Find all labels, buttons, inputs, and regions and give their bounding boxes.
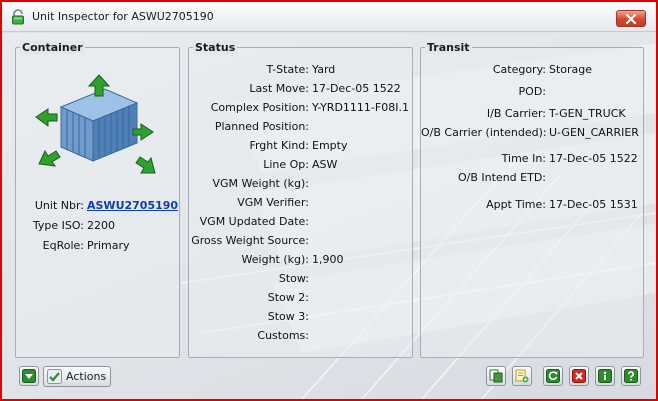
status-label: VGM Updated Date: [199, 215, 309, 228]
refresh-icon [546, 369, 560, 383]
close-button[interactable] [616, 10, 646, 27]
status-row: T-State: Yard [189, 63, 412, 76]
status-label: Line Op: [263, 158, 309, 171]
status-label: Weight (kg): [241, 253, 309, 266]
status-row: Planned Position: [189, 120, 412, 133]
status-label: VGM Weight (kg): [212, 177, 310, 190]
actions-label: Actions [66, 370, 107, 383]
transit-row: POD: [421, 85, 643, 98]
status-row: Customs: [189, 329, 412, 342]
status-row: Stow 3: [189, 310, 412, 323]
actions-button[interactable]: Actions [43, 366, 111, 387]
transit-value: U-GEN_CARRIER [549, 126, 639, 139]
status-label: Complex Position: [210, 101, 309, 114]
status-label: VGM Verifier: [237, 196, 309, 209]
status-value: Y-YRD1111-F08I.1 [312, 101, 409, 114]
status-panel-title: Status [193, 41, 238, 54]
status-label: T-State: [266, 63, 309, 76]
status-row: Stow 2: [189, 291, 412, 304]
transit-row: Time In: 17-Dec-05 1522 [421, 152, 643, 165]
info-icon [598, 369, 612, 383]
status-label: Last Move: [249, 82, 309, 95]
padlock-icon [12, 9, 24, 25]
status-value: Yard [312, 63, 336, 76]
transit-label: O/B Intend ETD: [458, 171, 546, 184]
transit-label: I/B Carrier: [486, 107, 546, 120]
container-move-icon [35, 74, 156, 174]
transit-label: POD: [518, 85, 546, 98]
inspector-content: Container Unit Nbr: ASWU2705190 Type ISO… [2, 33, 656, 399]
unit-nbr-link[interactable]: ASWU2705190 [87, 199, 178, 212]
transit-row: Category: Storage [421, 63, 643, 76]
title-bar[interactable]: Unit Inspector for ASWU2705190 [2, 2, 656, 32]
transit-label: Time In: [501, 152, 546, 165]
checkmark-icon [47, 369, 62, 384]
status-label: Customs: [257, 329, 309, 342]
add-note-icon [515, 369, 529, 383]
transit-label: O/B Carrier (intended): [421, 126, 547, 139]
transit-value: T-GEN_TRUCK [549, 107, 626, 120]
transit-panel-title: Transit [425, 41, 472, 54]
transit-row: I/B Carrier: T-GEN_TRUCK [421, 107, 643, 120]
transit-value: 17-Dec-05 1522 [549, 152, 638, 165]
status-row: Line Op: ASW [189, 158, 412, 171]
copy-icon [489, 369, 503, 383]
container-panel-title: Container [20, 41, 85, 54]
transit-value: Storage [549, 63, 593, 76]
type-iso-row: Type ISO: 2200 [16, 219, 179, 232]
unit-nbr-row: Unit Nbr: ASWU2705190 [16, 199, 179, 212]
window-title: Unit Inspector for ASWU2705190 [32, 10, 214, 23]
status-label: Stow: [278, 272, 309, 285]
help-button[interactable] [621, 366, 641, 386]
transit-row: O/B Intend ETD: [421, 171, 643, 184]
status-row: Gross Weight Source: [189, 234, 412, 247]
status-row: Weight (kg): 1,900 [189, 253, 412, 266]
status-row: VGM Updated Date: [189, 215, 412, 228]
status-row: VGM Verifier: [189, 196, 412, 209]
eqrole-value: Primary [87, 239, 130, 252]
transit-label: Appt Time: [486, 198, 546, 211]
status-value: ASW [312, 158, 338, 171]
status-panel: Status T-State: Yard Last Move: 17-Dec-05 … [188, 41, 413, 358]
transit-value: 17-Dec-05 1531 [549, 198, 638, 211]
status-row: Complex Position: Y-YRD1111-F08I.1 [189, 101, 412, 114]
add-note-button[interactable] [512, 366, 532, 386]
status-label: Stow 2: [267, 291, 309, 304]
type-iso-value: 2200 [87, 219, 115, 232]
status-row: Frght Kind: Empty [189, 139, 412, 152]
delete-button[interactable] [569, 366, 589, 386]
help-icon [624, 369, 638, 383]
status-value: 1,900 [312, 253, 344, 266]
status-value: Empty [312, 139, 348, 152]
transit-row: O/B Carrier (intended): U-GEN_CARRIER [421, 126, 643, 139]
status-row: Last Move: 17-Dec-05 1522 [189, 82, 412, 95]
eqrole-row: EqRole: Primary [16, 239, 179, 252]
dropdown-arrow-icon [22, 369, 36, 383]
status-label: Planned Position: [214, 120, 309, 133]
dropdown-button[interactable] [19, 366, 39, 386]
container-panel: Container Unit Nbr: ASWU2705190 Type ISO… [15, 41, 180, 358]
refresh-button[interactable] [543, 366, 563, 386]
transit-label: Category: [492, 63, 546, 76]
unit-inspector-window: Unit Inspector for ASWU2705190 Container… [0, 0, 658, 401]
status-label: Stow 3: [267, 310, 309, 323]
type-iso-label: Type ISO: [32, 219, 84, 232]
status-row: VGM Weight (kg): [189, 177, 412, 190]
status-label: Gross Weight Source: [191, 234, 309, 247]
eqrole-label: EqRole: [42, 239, 84, 252]
status-value: 17-Dec-05 1522 [312, 82, 401, 95]
transit-row: Appt Time: 17-Dec-05 1531 [421, 198, 643, 211]
close-icon [625, 13, 637, 24]
status-row: Stow: [189, 272, 412, 285]
info-button[interactable] [595, 366, 615, 386]
delete-icon [572, 369, 586, 383]
copy-button[interactable] [486, 366, 506, 386]
status-label: Frght Kind: [249, 139, 309, 152]
unit-nbr-label: Unit Nbr: [34, 199, 84, 212]
transit-panel: Transit Category: Storage POD: I/B Carrie… [420, 41, 644, 358]
